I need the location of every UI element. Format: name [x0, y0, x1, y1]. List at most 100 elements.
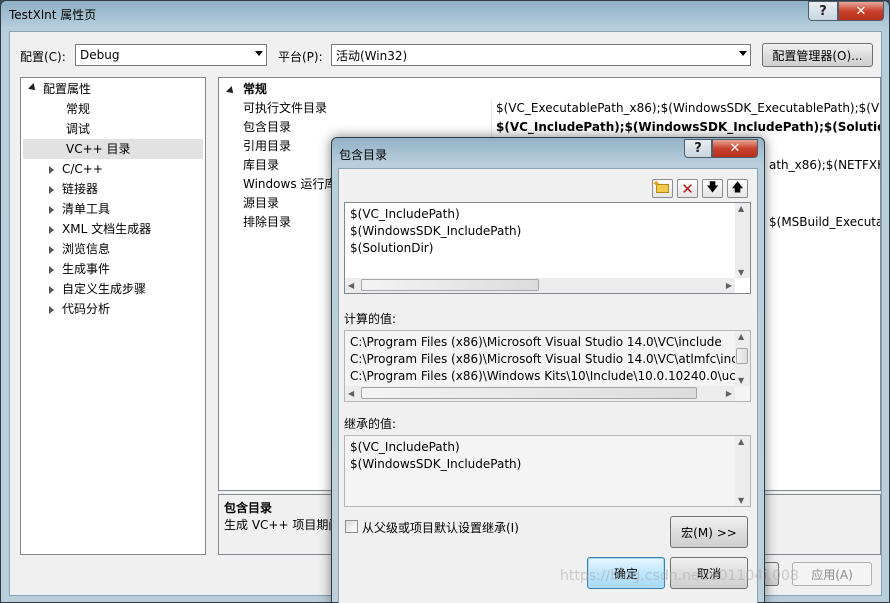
move-down-icon: 🡇 — [706, 180, 719, 194]
row-name: 源目录 — [243, 196, 280, 210]
grid-divider — [491, 99, 492, 118]
scroll-thumb[interactable] — [361, 387, 697, 399]
scroll-thumb[interactable] — [736, 348, 748, 364]
apply-button[interactable]: 应用(A) — [792, 562, 872, 586]
row-name: Windows 运行库 — [243, 177, 337, 191]
tree-item-label: 生成事件 — [62, 262, 111, 276]
tree-root[interactable]: 配置属性 — [28, 79, 92, 99]
row-name: 排除目录 — [243, 215, 292, 229]
inherit-checkbox[interactable] — [345, 520, 358, 533]
horizontal-scrollbar[interactable]: ◀ ▶ — [345, 278, 735, 293]
config-manager-button[interactable]: 配置管理器(O)... — [762, 43, 873, 67]
chevron-down-icon — [255, 51, 263, 56]
row-name: 可执行文件目录 — [243, 101, 328, 115]
directories-list[interactable]: $(VC_IncludePath) $(WindowsSDK_IncludePa… — [344, 202, 751, 294]
new-folder-icon: ✦ — [652, 179, 669, 193]
row-value: $(VC_IncludePath);$(WindowsSDK_IncludePa… — [496, 120, 881, 134]
tree-item-linker[interactable]: 链接器 — [49, 179, 98, 199]
tree-item-code-analysis[interactable]: 代码分析 — [49, 299, 110, 319]
tree-item-label: 自定义生成步骤 — [62, 282, 147, 296]
new-folder-button[interactable]: ✦ — [652, 179, 673, 198]
row-value: ath_x86);$(NETFXKI — [769, 158, 881, 172]
grid-row[interactable]: 包含目录 $(VC_IncludePath);$(WindowsSDK_Incl… — [219, 118, 881, 137]
list-item[interactable]: $(WindowsSDK_IncludePath) — [350, 224, 521, 238]
window-title: TestXlnt 属性页 — [9, 8, 97, 22]
tree-item-label: 浏览信息 — [62, 242, 111, 256]
help-button[interactable]: ? — [808, 1, 838, 21]
move-up-button[interactable]: 🡅 — [727, 179, 748, 198]
collapsed-arrow-icon — [49, 285, 54, 294]
list-item[interactable]: $(VC_IncludePath) — [350, 207, 460, 221]
collapsed-arrow-icon — [49, 205, 54, 214]
include-directories-dialog: 包含目录 ? ✕ ✦ ✕ 🡇 🡅 $(VC_IncludePath) $(Win… — [331, 137, 765, 603]
row-value: $(VC_ExecutablePath_x86);$(WindowsSDK_Ex… — [496, 101, 881, 115]
tree-item-build-events[interactable]: 生成事件 — [49, 259, 110, 279]
evaluated-item: C:\Program Files (x86)\Microsoft Visual … — [350, 335, 722, 349]
row-value: $(MSBuild_Executa — [769, 215, 881, 229]
move-down-button[interactable]: 🡇 — [702, 179, 723, 198]
watermark: https://blog.csdn.net/u011041008 — [560, 568, 799, 584]
row-name: 库目录 — [243, 158, 280, 172]
tree-item-manifest-tool[interactable]: 清单工具 — [49, 199, 110, 219]
platform-combo[interactable]: 活动(Win32) — [331, 44, 751, 66]
evaluated-values: C:\Program Files (x86)\Microsoft Visual … — [344, 330, 751, 402]
horizontal-scrollbar[interactable]: ◀ ▶ — [345, 386, 735, 401]
evaluated-label: 计算的值: — [344, 312, 397, 326]
inherited-values: $(VC_IncludePath) $(WindowsSDK_IncludePa… — [344, 435, 751, 507]
chevron-down-icon — [739, 51, 747, 56]
tree-item-general[interactable]: 常规 — [66, 99, 90, 119]
tree-item-debugging[interactable]: 调试 — [66, 119, 90, 139]
dialog-title: 包含目录 — [339, 148, 388, 162]
dialog-close-button[interactable]: ✕ — [712, 139, 758, 158]
close-button[interactable]: ✕ — [838, 1, 884, 21]
tree-item-label: 链接器 — [62, 182, 99, 196]
config-combo[interactable]: Debug — [75, 44, 267, 66]
dialog-client: ✦ ✕ 🡇 🡅 $(VC_IncludePath) $(WindowsSDK_I… — [338, 168, 758, 603]
tree-item-label: XML 文档生成器 — [62, 222, 152, 236]
grid-divider — [491, 118, 492, 137]
tree-item-label: 代码分析 — [62, 302, 111, 316]
collapsed-arrow-icon — [49, 245, 54, 254]
tree-item-vc-directories[interactable]: VC++ 目录 — [23, 139, 203, 159]
vertical-scrollbar[interactable]: ▲ ▼ — [735, 203, 750, 278]
tree-item-xml-doc[interactable]: XML 文档生成器 — [49, 219, 151, 239]
move-up-icon: 🡅 — [731, 180, 744, 194]
tree-item-browse-info[interactable]: 浏览信息 — [49, 239, 110, 259]
description-title: 包含目录 — [224, 501, 273, 515]
dialog-help-button[interactable]: ? — [684, 139, 712, 158]
scroll-thumb[interactable] — [361, 279, 539, 291]
collapsed-arrow-icon — [49, 305, 54, 314]
expanded-arrow-icon — [226, 86, 236, 96]
tree-root-label: 配置属性 — [43, 82, 92, 96]
tree-item-label: C/C++ — [62, 162, 103, 176]
category-label: 常规 — [243, 82, 268, 96]
tree-item-label: 清单工具 — [62, 202, 111, 216]
inherited-label: 继承的值: — [344, 417, 397, 431]
evaluated-item: C:\Program Files (x86)\Microsoft Visual … — [350, 352, 742, 366]
collapsed-arrow-icon — [49, 225, 54, 234]
vertical-scrollbar[interactable]: ▲ ▼ — [735, 436, 750, 506]
grid-row[interactable]: 可执行文件目录 $(VC_ExecutablePath_x86);$(Windo… — [219, 99, 881, 118]
tree-item-cpp[interactable]: C/C++ — [49, 159, 103, 179]
macros-button[interactable]: 宏(M) >> — [670, 516, 748, 548]
platform-label: 平台(P): — [278, 50, 323, 64]
platform-value: 活动(Win32) — [336, 48, 408, 63]
collapsed-arrow-icon — [49, 165, 54, 174]
tree-item-custom-build[interactable]: 自定义生成步骤 — [49, 279, 146, 299]
inherited-item: $(VC_IncludePath) — [350, 440, 460, 454]
row-name: 包含目录 — [243, 120, 292, 134]
collapsed-arrow-icon — [49, 185, 54, 194]
row-name: 引用目录 — [243, 139, 292, 153]
config-label: 配置(C): — [20, 50, 66, 64]
grid-category[interactable]: 常规 — [219, 80, 880, 99]
list-item[interactable]: $(SolutionDir) — [350, 241, 433, 255]
evaluated-item: C:\Program Files (x86)\Windows Kits\10\I… — [350, 369, 746, 383]
inherited-item: $(WindowsSDK_IncludePath) — [350, 457, 522, 471]
expanded-arrow-icon — [28, 82, 38, 93]
inherit-checkbox-label[interactable]: 从父级或项目默认设置继承(I) — [362, 519, 519, 536]
property-tree: 配置属性 常规 调试 VC++ 目录 C/C++ 链接器 清单工具 XML 文档… — [20, 77, 206, 555]
delete-button[interactable]: ✕ — [677, 179, 698, 198]
collapsed-arrow-icon — [49, 265, 54, 274]
config-value: Debug — [80, 48, 120, 62]
vertical-scrollbar[interactable]: ▲ ▼ — [735, 331, 750, 386]
